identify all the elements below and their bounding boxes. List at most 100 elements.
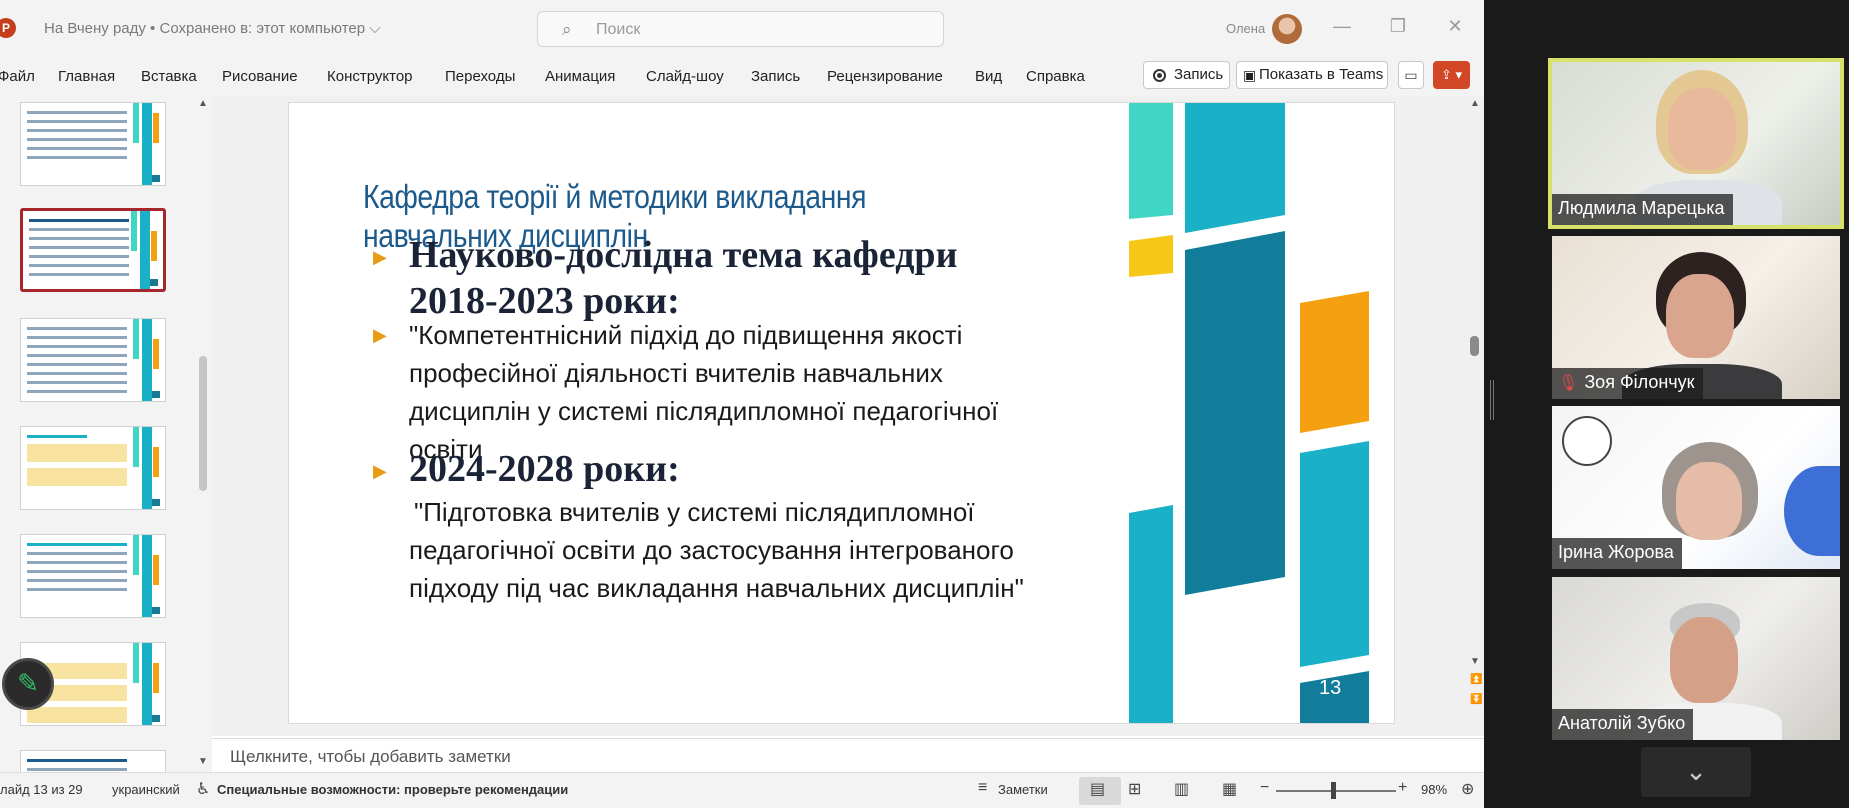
share-button[interactable]: ⇪ ▾: [1433, 61, 1470, 89]
slide-thumbnail-15[interactable]: [20, 426, 166, 510]
tab-insert[interactable]: Вставка: [141, 68, 197, 85]
tab-view[interactable]: Вид: [975, 68, 1002, 85]
comments-button[interactable]: ▭: [1398, 61, 1424, 89]
topic-2024-text[interactable]: "Підготовка вчителів у системі післядипл…: [409, 493, 1024, 607]
scroll-thumb[interactable]: [199, 356, 207, 491]
document-title[interactable]: На Вчену раду • Сохранено в: этот компью…: [44, 20, 381, 37]
tab-file[interactable]: Файл: [0, 68, 35, 85]
tab-help[interactable]: Справка: [1026, 68, 1085, 85]
research-topic-heading[interactable]: Науково-дослідна тема кафедри: [409, 233, 957, 277]
participant-tile[interactable]: 🎙 Зоя Філончук: [1552, 236, 1840, 399]
reading-view-icon[interactable]: ▥: [1174, 779, 1189, 799]
slide-thumbnail-11[interactable]: [20, 102, 166, 186]
title-bar: P На Вчену раду • Сохранено в: этот комп…: [0, 0, 1484, 58]
notes-icon: ≡: [978, 779, 988, 796]
tab-home[interactable]: Главная: [58, 68, 115, 85]
zoom-out-icon[interactable]: −: [1260, 779, 1269, 797]
notes-toggle[interactable]: Заметки: [998, 782, 1048, 797]
zoom-slider-handle[interactable]: [1331, 782, 1336, 799]
zoom-slider[interactable]: [1276, 790, 1396, 792]
slide-thumbnail-18[interactable]: [20, 750, 166, 772]
tab-slideshow[interactable]: Слайд-шоу: [646, 68, 724, 85]
slide-thumbnail-16[interactable]: [20, 534, 166, 618]
tab-design[interactable]: Конструктор: [327, 68, 413, 85]
language-indicator[interactable]: украинский: [112, 782, 180, 797]
panel-resize-handle[interactable]: [1490, 380, 1494, 420]
search-icon: ⌕: [562, 20, 572, 39]
scroll-down-icon[interactable]: ▼: [198, 756, 208, 767]
notes-pane[interactable]: Щелкните, чтобы добавить заметки: [212, 738, 1484, 772]
topic-2024-line: "Підготовка вчителів у системі післядипл…: [414, 497, 975, 527]
powerpoint-logo: P: [0, 18, 16, 38]
normal-view-icon[interactable]: ▤: [1090, 779, 1105, 799]
participant-tile[interactable]: Людмила Марецька: [1548, 58, 1844, 229]
powerpoint-window: P На Вчену раду • Сохранено в: этот комп…: [0, 0, 1484, 808]
bullet-icon: ▶: [373, 325, 387, 345]
thumbnail-content: [27, 543, 127, 597]
zoom-level[interactable]: 98%: [1421, 782, 1447, 797]
scroll-down-icon[interactable]: ▼: [1470, 656, 1480, 667]
participant-tile[interactable]: Ірина Жорова: [1552, 406, 1840, 569]
share-icon: ⇪ ▾: [1440, 67, 1463, 82]
pen-icon[interactable]: ✎: [2, 658, 54, 710]
participant-tile[interactable]: Анатолій Зубко: [1552, 577, 1840, 740]
restore-button[interactable]: ❐: [1386, 16, 1410, 37]
slide-sorter-icon[interactable]: ⊞: [1128, 779, 1141, 799]
topic-2024-line: підходу під час викладання навчальних ди…: [409, 573, 1024, 603]
bullet-icon: ▶: [373, 461, 387, 481]
slide-number: 13: [1319, 677, 1342, 699]
tab-animations[interactable]: Анимация: [545, 68, 615, 85]
slide-thumbnail-14[interactable]: [20, 318, 166, 402]
slide-decoration: [1129, 103, 1369, 723]
participant-name: Ірина Жорова: [1552, 538, 1682, 569]
screen: P На Вчену раду • Сохранено в: этот комп…: [0, 0, 1849, 808]
present-in-teams-button[interactable]: ▣ Показать в Teams: [1236, 61, 1388, 89]
comment-icon: ▭: [1404, 67, 1418, 83]
minimize-button[interactable]: —: [1330, 16, 1354, 37]
scroll-up-icon[interactable]: ▲: [198, 98, 208, 109]
next-slide-icon[interactable]: ⏬: [1470, 694, 1482, 705]
zoom-in-icon[interactable]: +: [1398, 779, 1407, 797]
fit-to-window-icon[interactable]: ⊕: [1461, 779, 1474, 799]
slide-canvas[interactable]: Кафедра теорії й методики викладання нав…: [288, 102, 1395, 724]
participant-name: Анатолій Зубко: [1552, 709, 1694, 740]
participant-name: 🎙 Зоя Філончук: [1552, 368, 1703, 399]
topic-2018-line: "Компетентнісний підхід до підвищення як…: [409, 320, 963, 350]
slide-counter: лайд 13 из 29: [0, 782, 83, 797]
search-box[interactable]: ⌕ Поиск: [537, 11, 944, 47]
teams-label: Показать в Teams: [1259, 66, 1384, 83]
participant-name: Людмила Марецька: [1552, 194, 1733, 225]
tab-transitions[interactable]: Переходы: [445, 68, 515, 85]
thumbnails-scrollbar[interactable]: ▲ ▼: [196, 96, 212, 772]
thumbnail-content: [27, 759, 127, 772]
topic-2018-text[interactable]: "Компетентнісний підхід до підвищення як…: [409, 316, 998, 468]
thumbnail-content: [27, 327, 127, 399]
slide-thumbnail-13-selected[interactable]: [20, 208, 166, 292]
user-name: Олена: [1226, 21, 1266, 36]
close-button[interactable]: ✕: [1443, 16, 1467, 37]
scroll-thumb[interactable]: [1470, 336, 1479, 356]
record-label: Запись: [1174, 66, 1224, 83]
thumbnail-content: [27, 435, 127, 492]
accessibility-icon: ♿: [196, 781, 211, 798]
topic-2018-line: дисциплін у системі післядипломної педаг…: [409, 396, 999, 426]
previous-slide-icon[interactable]: ⏫: [1470, 674, 1482, 685]
slide-scrollbar[interactable]: ▲ ▼ ⏫ ⏬: [1466, 96, 1484, 736]
thumbnail-content: [29, 219, 129, 282]
accessibility-status[interactable]: Специальные возможности: проверьте реком…: [217, 782, 568, 797]
period-2024-2028[interactable]: 2024-2028 роки:: [409, 447, 680, 491]
teams-icon: ▣: [1243, 67, 1257, 83]
topic-2018-line: професійної діяльності вчителів навчальн…: [409, 358, 943, 388]
tab-record[interactable]: Запись: [751, 68, 800, 85]
bullet-icon: ▶: [373, 247, 387, 267]
chevron-down-icon[interactable]: ⌄: [1641, 747, 1751, 797]
record-button[interactable]: Запись: [1143, 61, 1230, 89]
tab-review[interactable]: Рецензирование: [827, 68, 943, 85]
mic-off-icon: 🎙: [1558, 375, 1579, 392]
avatar[interactable]: [1272, 14, 1302, 44]
slideshow-icon[interactable]: ▦: [1222, 779, 1237, 799]
topic-2024-line: педагогічної освіти до застосування інте…: [409, 535, 1014, 565]
tab-draw[interactable]: Рисование: [222, 68, 298, 85]
scroll-up-icon[interactable]: ▲: [1470, 98, 1480, 109]
record-icon: [1153, 69, 1166, 82]
